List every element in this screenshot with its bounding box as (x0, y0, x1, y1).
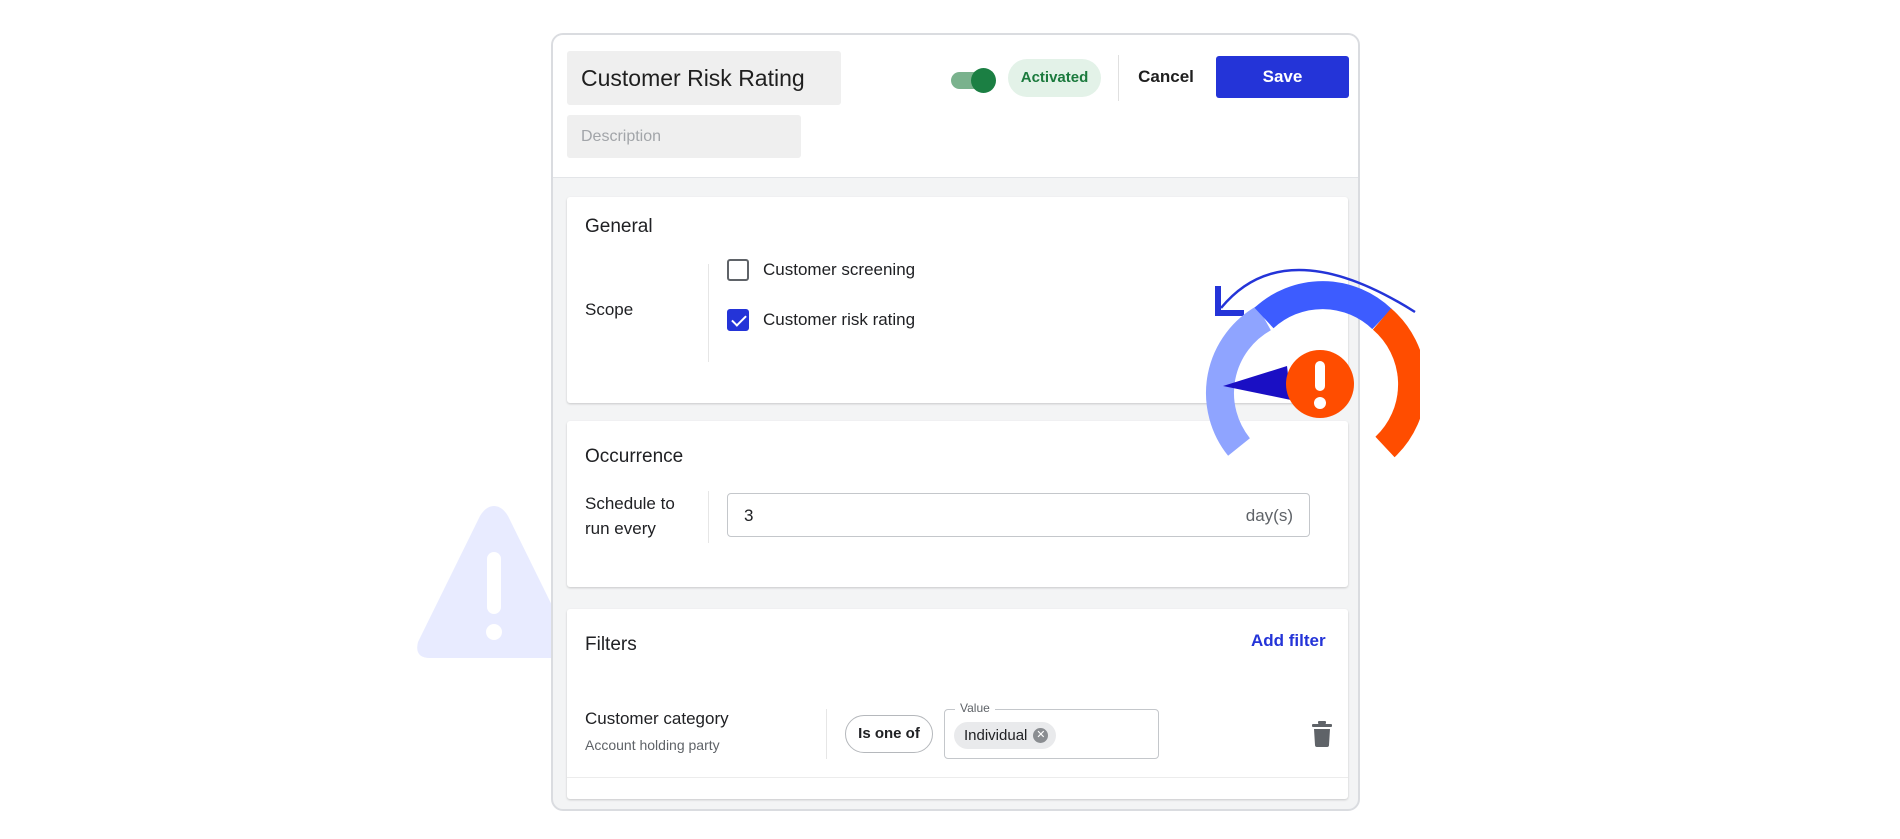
trash-icon[interactable] (1311, 721, 1333, 747)
occurrence-title: Occurrence (585, 446, 684, 467)
filters-section: Filters Add filter Customer category Acc… (567, 609, 1348, 799)
warning-triangle-icon (417, 506, 571, 658)
stage: Customer Risk Rating Description Activat… (0, 0, 1900, 839)
interval-unit: day(s) (1245, 506, 1293, 525)
scope-label: Scope (585, 300, 634, 319)
schedule-label: Schedule to run every (585, 494, 675, 538)
scope-option-customer-screening[interactable]: Customer screening (727, 257, 915, 283)
scope-option-label: Customer risk rating (763, 310, 916, 329)
scope-option-label: Customer screening (763, 260, 916, 279)
scope-divider (708, 264, 709, 362)
filter-field-sublabel: Account holding party (585, 737, 720, 753)
risk-gauge-icon (1205, 268, 1420, 458)
value-chip: Individual ✕ (954, 722, 1057, 749)
description-field[interactable]: Description (567, 115, 801, 158)
value-chip-label: Individual (964, 727, 1028, 744)
rule-title-field[interactable]: Customer Risk Rating (567, 51, 841, 105)
editor-header: Customer Risk Rating Description Activat… (553, 35, 1358, 178)
close-circle-icon[interactable]: ✕ (1033, 728, 1049, 743)
schedule-divider (708, 491, 709, 543)
value-field-legend: Value (955, 701, 995, 715)
interval-input[interactable]: 3 day(s) (727, 493, 1310, 537)
header-divider (1118, 55, 1119, 101)
filter-row-divider (567, 777, 1348, 778)
interval-value: 3 (744, 506, 754, 525)
toggle-on-icon (971, 68, 996, 93)
scope-option-customer-risk-rating[interactable]: Customer risk rating (727, 307, 915, 333)
general-title: General (585, 216, 653, 237)
checkbox-unchecked-icon[interactable] (727, 259, 749, 281)
filter-value-field[interactable]: Value Individual ✕ (944, 701, 1159, 759)
save-button[interactable]: Save (1216, 56, 1349, 98)
add-filter-button[interactable]: Add filter (1251, 631, 1326, 651)
checkbox-checked-icon[interactable] (727, 309, 749, 331)
filter-divider (826, 709, 827, 759)
filter-field-label: Customer category (585, 709, 729, 728)
filters-title: Filters (585, 634, 637, 655)
status-badge: Activated (1008, 59, 1101, 97)
status-toggle[interactable] (951, 67, 997, 93)
filter-operator-select[interactable]: Is one of (845, 715, 933, 753)
cancel-button[interactable]: Cancel (1131, 57, 1201, 97)
